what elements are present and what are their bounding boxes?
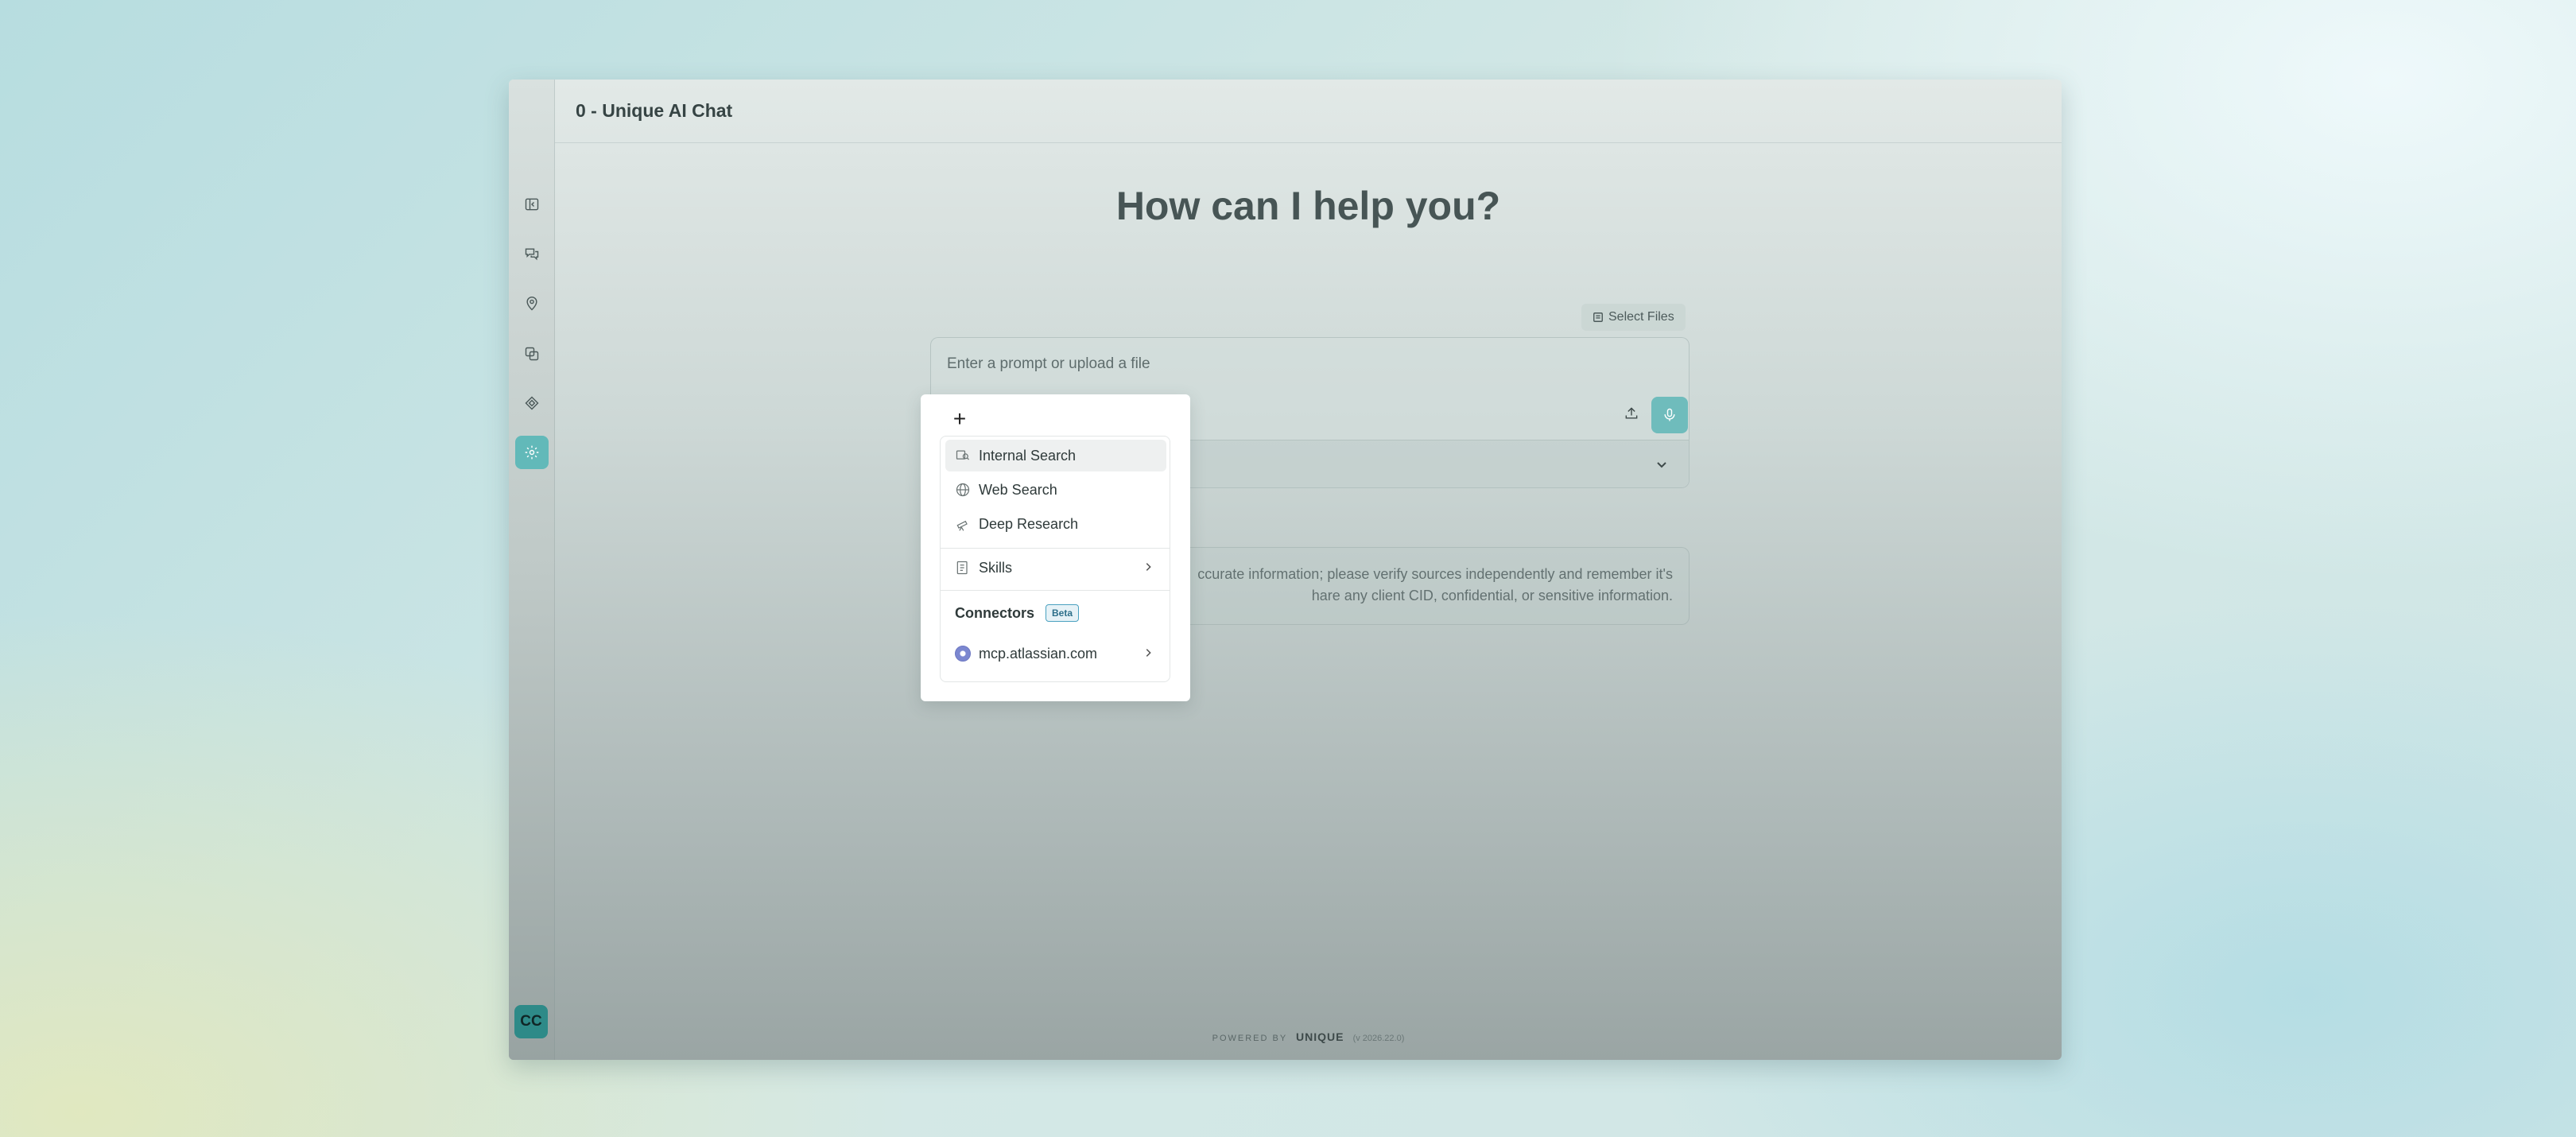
globe-icon (956, 483, 970, 497)
voice-input-button[interactable] (1651, 397, 1688, 433)
beta-badge: Beta (1046, 604, 1080, 622)
location-pin-icon (526, 296, 537, 311)
telescope-icon (956, 520, 968, 531)
expand-options-button[interactable] (1652, 455, 1671, 474)
sidebar-item-chats[interactable] (515, 237, 549, 270)
select-files-button[interactable]: Select Files (1581, 304, 1686, 331)
powered-by-label: POWERED BY (1212, 1034, 1287, 1043)
menu-item-label: mcp.atlassian.com (979, 645, 1098, 662)
microphone-icon (1664, 408, 1675, 421)
upload-button[interactable] (1615, 397, 1648, 430)
menu-item-internal-search[interactable]: Internal Search (945, 440, 1166, 471)
sidebar-item-spaces[interactable] (515, 337, 549, 371)
menu-divider (941, 548, 1170, 549)
upload-icon (1625, 407, 1638, 419)
sidebar-item-settings[interactable] (515, 436, 549, 469)
version-label: (v 2026.22.0) (1352, 1034, 1405, 1043)
chevron-right-icon (1143, 646, 1157, 660)
sidebar-collapse-icon (525, 198, 539, 211)
app-window: CC 0 - Unique AI Chat How can I help you… (509, 80, 2062, 1060)
chat-bubbles-icon (525, 248, 539, 261)
menu-item-skills[interactable]: Skills (945, 552, 1166, 584)
sidebar-item-explore[interactable] (515, 287, 549, 320)
menu-item-label: Internal Search (979, 447, 1077, 464)
chevron-down-icon (1657, 462, 1666, 468)
menu-divider (941, 590, 1170, 591)
top-bar: 0 - Unique AI Chat (555, 80, 2062, 143)
connector-icon (955, 646, 971, 662)
brand-logo: UNIQUE (1296, 1030, 1344, 1043)
tools-menu-list: Internal Search Web Search Deep Research… (940, 436, 1170, 682)
menu-item-label: Web Search (979, 481, 1057, 498)
gear-icon (525, 445, 539, 460)
select-files-label: Select Files (1608, 310, 1674, 324)
skills-icon (956, 561, 968, 575)
prompt-input[interactable] (947, 351, 1583, 378)
file-select-icon (1593, 312, 1603, 322)
powered-by-footer: POWERED BY UNIQUE (v 2026.22.0) (555, 1030, 2062, 1043)
chevron-right-icon (1143, 560, 1157, 574)
sidebar-item-prompts[interactable] (515, 386, 549, 420)
tools-menu: + Internal Search Web Search Deep Resear… (921, 394, 1190, 701)
menu-item-deep-research[interactable]: Deep Research (945, 508, 1166, 540)
page-title: 0 - Unique AI Chat (576, 100, 733, 121)
connectors-header: Connectors Beta (955, 604, 1080, 622)
copy-stack-icon (525, 347, 539, 361)
menu-item-connector[interactable]: mcp.atlassian.com (945, 638, 1166, 669)
avatar[interactable]: CC (514, 1005, 548, 1038)
connectors-label: Connectors (955, 604, 1035, 621)
diamond-icon (525, 396, 539, 410)
menu-item-label: Deep Research (979, 515, 1079, 532)
menu-item-label: Skills (979, 559, 1013, 576)
add-tool-button[interactable]: + (948, 406, 972, 431)
sidebar-collapse-button[interactable] (515, 188, 549, 221)
menu-item-web-search[interactable]: Web Search (945, 474, 1166, 506)
search-database-icon (956, 450, 969, 460)
sidebar: CC (509, 80, 555, 1060)
main-heading: How can I help you? (1115, 184, 1501, 228)
